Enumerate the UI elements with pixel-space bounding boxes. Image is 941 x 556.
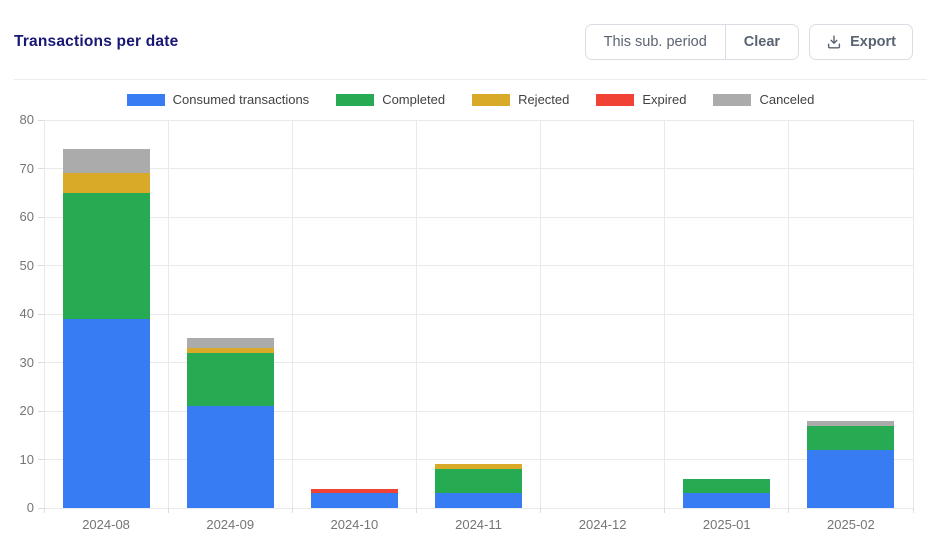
x-axis-tick xyxy=(664,508,665,513)
gridline-vertical xyxy=(416,120,417,508)
x-axis-label: 2025-01 xyxy=(665,517,789,532)
y-axis-label: 10 xyxy=(0,453,34,467)
bar-segment[interactable] xyxy=(187,353,274,406)
legend-swatch xyxy=(596,94,634,106)
x-axis-tick xyxy=(292,508,293,513)
x-axis-label: 2024-09 xyxy=(168,517,292,532)
legend-label: Rejected xyxy=(518,92,569,107)
chart-legend: Consumed transactions Completed Rejected Ex… xyxy=(0,92,941,107)
bar-segment[interactable] xyxy=(63,319,150,508)
legend-item: Consumed transactions xyxy=(127,92,310,107)
bar-segment[interactable] xyxy=(435,493,522,508)
gridline-vertical xyxy=(913,120,914,508)
legend-label: Completed xyxy=(382,92,445,107)
gridline-horizontal xyxy=(44,411,913,412)
legend-label: Consumed transactions xyxy=(173,92,310,107)
gridline-vertical xyxy=(44,120,45,508)
gridline-horizontal xyxy=(44,362,913,363)
gridline-vertical xyxy=(540,120,541,508)
header-actions: This sub. period Clear Export xyxy=(585,24,913,60)
bar-segment[interactable] xyxy=(435,464,522,469)
y-axis-label: 50 xyxy=(0,259,34,273)
gridline-horizontal xyxy=(44,168,913,169)
clear-filter-button[interactable]: Clear xyxy=(726,25,798,59)
legend-label: Canceled xyxy=(759,92,814,107)
legend-swatch xyxy=(713,94,751,106)
gridline-horizontal xyxy=(44,120,913,121)
bar-segment[interactable] xyxy=(683,493,770,508)
transactions-per-date-chart: Consumed transactions Completed Rejected Ex… xyxy=(0,80,941,550)
x-axis-tick xyxy=(168,508,169,513)
legend-item: Rejected xyxy=(472,92,569,107)
gridline-horizontal xyxy=(44,217,913,218)
bar-segment[interactable] xyxy=(63,193,150,319)
gridline-vertical xyxy=(292,120,293,508)
x-axis-tick xyxy=(416,508,417,513)
gridline-vertical xyxy=(788,120,789,508)
x-axis-tick xyxy=(913,508,914,513)
bar-segment[interactable] xyxy=(807,450,894,508)
gridline-vertical xyxy=(664,120,665,508)
period-filter-group: This sub. period Clear xyxy=(585,24,799,60)
x-axis-tick xyxy=(540,508,541,513)
gridline-vertical xyxy=(168,120,169,508)
legend-item: Expired xyxy=(596,92,686,107)
legend-swatch xyxy=(336,94,374,106)
x-axis-label: 2024-10 xyxy=(292,517,416,532)
legend-swatch xyxy=(127,94,165,106)
y-axis-label: 80 xyxy=(0,113,34,127)
bar-segment[interactable] xyxy=(63,149,150,173)
bar-segment[interactable] xyxy=(435,469,522,493)
y-axis-label: 30 xyxy=(0,356,34,370)
y-axis-label: 20 xyxy=(0,404,34,418)
gridline-horizontal xyxy=(44,314,913,315)
bar-segment[interactable] xyxy=(807,426,894,450)
x-axis-label: 2025-02 xyxy=(789,517,913,532)
x-axis-label: 2024-11 xyxy=(416,517,540,532)
y-axis-label: 0 xyxy=(0,501,34,515)
legend-swatch xyxy=(472,94,510,106)
export-button[interactable]: Export xyxy=(809,24,913,60)
legend-item: Canceled xyxy=(713,92,814,107)
x-axis-tick xyxy=(44,508,45,513)
bar-segment[interactable] xyxy=(311,493,398,508)
bar-segment[interactable] xyxy=(187,338,274,348)
y-axis-label: 60 xyxy=(0,210,34,224)
bar-segment[interactable] xyxy=(187,348,274,353)
chart-header: Transactions per date This sub. period C… xyxy=(0,0,941,62)
x-axis-label: 2024-08 xyxy=(44,517,168,532)
download-icon xyxy=(826,34,842,50)
x-axis-tick xyxy=(788,508,789,513)
page-title: Transactions per date xyxy=(14,33,178,51)
x-axis-label: 2024-12 xyxy=(541,517,665,532)
y-axis-label: 70 xyxy=(0,162,34,176)
period-filter-button[interactable]: This sub. period xyxy=(586,25,725,59)
gridline-horizontal xyxy=(44,265,913,266)
bar-segment[interactable] xyxy=(63,173,150,192)
bar-segment[interactable] xyxy=(807,421,894,426)
y-axis-label: 40 xyxy=(0,307,34,321)
legend-item: Completed xyxy=(336,92,445,107)
gridline-horizontal xyxy=(44,459,913,460)
bar-segment[interactable] xyxy=(683,479,770,494)
legend-label: Expired xyxy=(642,92,686,107)
bar-segment[interactable] xyxy=(187,406,274,508)
bar-segment[interactable] xyxy=(311,489,398,494)
export-button-label: Export xyxy=(850,34,896,50)
